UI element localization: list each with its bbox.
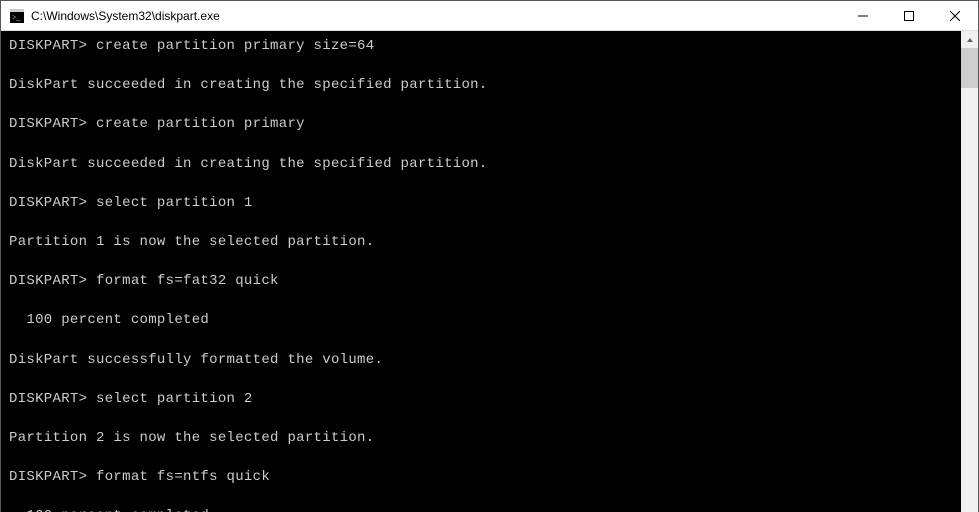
terminal-blank-line (9, 57, 953, 77)
console-window: >_ C:\Windows\System32\diskpart.exe DISK… (0, 0, 979, 512)
terminal-output-line: DiskPart succeeded in creating the speci… (9, 155, 953, 175)
terminal-blank-line (9, 370, 953, 390)
terminal-blank-line (9, 253, 953, 273)
terminal-blank-line (9, 135, 953, 155)
output-text: 100 percent completed (9, 508, 209, 512)
command-text: select partition 2 (87, 391, 252, 407)
app-icon: >_ (9, 8, 25, 24)
vertical-scrollbar[interactable] (961, 31, 978, 512)
terminal-output-line: Partition 2 is now the selected partitio… (9, 429, 953, 449)
output-text: DiskPart succeeded in creating the speci… (9, 77, 488, 93)
terminal-output-line: Partition 1 is now the selected partitio… (9, 233, 953, 253)
output-text: 100 percent completed (9, 312, 209, 328)
terminal-blank-line (9, 448, 953, 468)
terminal-output[interactable]: DISKPART> create partition primary size=… (1, 31, 961, 512)
terminal-blank-line (9, 292, 953, 312)
prompt: DISKPART> (9, 116, 87, 132)
scroll-thumb[interactable] (961, 48, 978, 88)
output-text: Partition 1 is now the selected partitio… (9, 234, 374, 250)
terminal-command-line: DISKPART> select partition 1 (9, 194, 953, 214)
prompt: DISKPART> (9, 273, 87, 289)
output-text: DiskPart successfully formatted the volu… (9, 352, 383, 368)
output-text: Partition 2 is now the selected partitio… (9, 430, 374, 446)
terminal-blank-line (9, 96, 953, 116)
terminal-command-line: DISKPART> create partition primary (9, 115, 953, 135)
svg-text:>_: >_ (12, 13, 22, 22)
window-controls (840, 1, 978, 30)
close-button[interactable] (932, 1, 978, 30)
terminal-output-line: DiskPart succeeded in creating the speci… (9, 76, 953, 96)
titlebar[interactable]: >_ C:\Windows\System32\diskpart.exe (1, 1, 978, 31)
terminal-command-line: DISKPART> format fs=ntfs quick (9, 468, 953, 488)
prompt: DISKPART> (9, 38, 87, 54)
command-text: select partition 1 (87, 195, 252, 211)
command-text: format fs=fat32 quick (87, 273, 278, 289)
command-text: format fs=ntfs quick (87, 469, 270, 485)
client-area: DISKPART> create partition primary size=… (1, 31, 978, 512)
terminal-blank-line (9, 331, 953, 351)
window-title: C:\Windows\System32\diskpart.exe (31, 9, 840, 23)
prompt: DISKPART> (9, 469, 87, 485)
command-text: create partition primary (87, 116, 305, 132)
maximize-button[interactable] (886, 1, 932, 30)
terminal-command-line: DISKPART> format fs=fat32 quick (9, 272, 953, 292)
prompt: DISKPART> (9, 391, 87, 407)
output-text: DiskPart succeeded in creating the speci… (9, 156, 488, 172)
terminal-output-line: 100 percent completed (9, 311, 953, 331)
terminal-blank-line (9, 409, 953, 429)
terminal-command-line: DISKPART> select partition 2 (9, 390, 953, 410)
terminal-output-line: DiskPart successfully formatted the volu… (9, 351, 953, 371)
terminal-blank-line (9, 213, 953, 233)
terminal-output-line: 100 percent completed (9, 507, 953, 512)
minimize-button[interactable] (840, 1, 886, 30)
command-text: create partition primary size=64 (87, 38, 374, 54)
terminal-blank-line (9, 174, 953, 194)
prompt: DISKPART> (9, 195, 87, 211)
scroll-up-button[interactable] (961, 31, 978, 48)
terminal-command-line: DISKPART> create partition primary size=… (9, 37, 953, 57)
terminal-blank-line (9, 488, 953, 508)
